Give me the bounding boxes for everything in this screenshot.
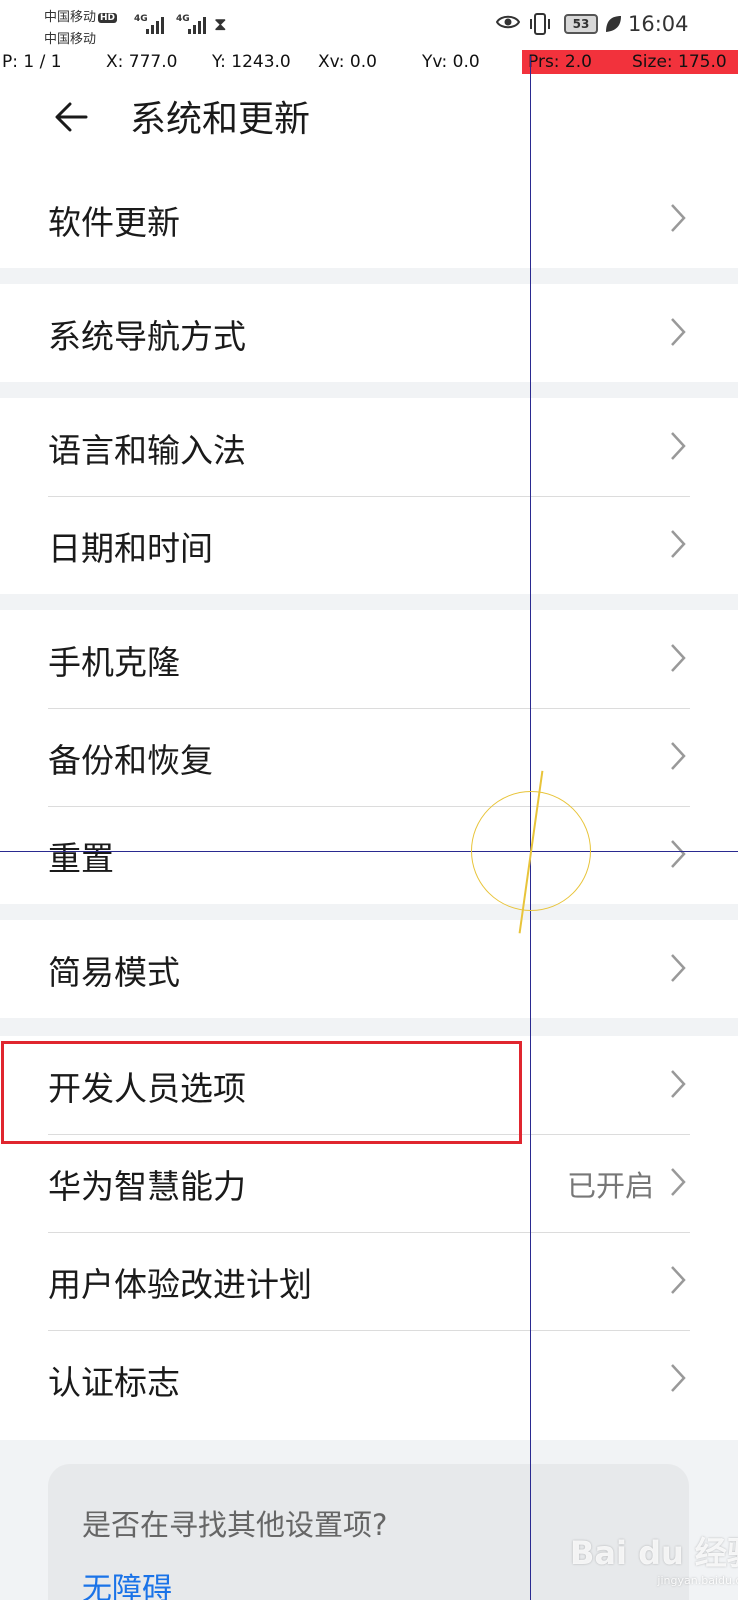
baidu-watermark: Bai du 经验 jingyan.baidu.com xyxy=(570,1528,738,1587)
chevron-right-icon xyxy=(671,530,686,558)
settings-item-label: 备份和恢复 xyxy=(48,741,213,780)
eye-icon xyxy=(496,15,520,29)
chevron-right-icon xyxy=(671,1266,686,1294)
section-software-update: 软件更新 xyxy=(0,170,738,268)
status-bar: 中国移动 HD 中国移动 4G 4G ⧗ 53 16:04 xyxy=(0,0,738,50)
carrier-1: 中国移动 HD xyxy=(44,6,118,25)
debug-prs: Prs: 2.0 xyxy=(522,50,624,74)
section-simple-mode: 简易模式 xyxy=(0,920,738,1018)
settings-item-label: 日期和时间 xyxy=(48,529,213,568)
clock: 16:04 xyxy=(628,12,689,36)
settings-item-huawei-ai[interactable]: 华为智慧能力 已开启 xyxy=(0,1134,738,1232)
settings-item-value: 已开启 xyxy=(566,1169,654,1203)
settings-item-label: 系统导航方式 xyxy=(48,317,246,356)
settings-item-system-navigation[interactable]: 系统导航方式 xyxy=(0,284,738,382)
chevron-right-icon xyxy=(671,840,686,868)
settings-item-label: 语言和输入法 xyxy=(48,431,246,470)
carrier-1-label: 中国移动 xyxy=(44,10,97,25)
chevron-right-icon xyxy=(671,954,686,982)
settings-item-label: 重置 xyxy=(48,839,114,878)
debug-x: X: 777.0 xyxy=(106,52,178,72)
settings-item-backup-restore[interactable]: 备份和恢复 xyxy=(0,708,738,806)
settings-item-simple-mode[interactable]: 简易模式 xyxy=(0,920,738,1018)
debug-xv: Xv: 0.0 xyxy=(318,52,377,72)
section-system-navigation: 系统导航方式 xyxy=(0,284,738,382)
settings-item-label: 用户体验改进计划 xyxy=(48,1265,312,1304)
settings-item-label: 华为智慧能力 xyxy=(48,1167,246,1206)
page-title: 系统和更新 xyxy=(130,99,311,140)
settings-item-language-input[interactable]: 语言和输入法 xyxy=(0,398,738,496)
settings-item-label: 简易模式 xyxy=(48,953,180,992)
crosshair-horizontal xyxy=(0,851,738,852)
chevron-right-icon xyxy=(671,204,686,232)
app-header: 系统和更新 xyxy=(0,76,738,182)
back-arrow-icon[interactable] xyxy=(50,94,96,140)
settings-item-label: 手机克隆 xyxy=(48,643,180,682)
pointer-debug-bar: P: 1 / 1 X: 777.0 Y: 1243.0 Xv: 0.0 Yv: … xyxy=(0,50,738,76)
debug-y: Y: 1243.0 xyxy=(212,52,291,72)
vibrate-icon xyxy=(530,13,550,35)
chevron-right-icon xyxy=(671,432,686,460)
section-clone-backup-reset: 手机克隆 备份和恢复 重置 xyxy=(0,610,738,904)
settings-item-date-time[interactable]: 日期和时间 xyxy=(0,496,738,594)
accessibility-link[interactable]: 无障碍 xyxy=(82,1564,172,1600)
settings-item-software-update[interactable]: 软件更新 xyxy=(0,170,738,268)
settings-item-label: 软件更新 xyxy=(48,203,180,242)
chevron-right-icon xyxy=(671,1364,686,1392)
chevron-right-icon xyxy=(671,644,686,672)
watermark-text: Bai du 经验 xyxy=(570,1534,738,1572)
section-language-date: 语言和输入法 日期和时间 xyxy=(0,398,738,594)
debug-pointer: P: 1 / 1 xyxy=(2,52,62,72)
settings-item-certification-logos[interactable]: 认证标志 xyxy=(0,1330,738,1428)
settings-item-reset[interactable]: 重置 xyxy=(0,806,738,904)
settings-item-label: 认证标志 xyxy=(48,1363,180,1402)
watermark-url: jingyan.baidu.com xyxy=(657,1574,738,1587)
suggestion-title: 是否在寻找其他设置项? xyxy=(82,1508,388,1542)
carrier-2: 中国移动 xyxy=(44,32,97,47)
chevron-right-icon xyxy=(671,742,686,770)
chevron-right-icon xyxy=(671,1070,686,1098)
chevron-right-icon xyxy=(671,1168,686,1196)
debug-size: Size: 175.0 xyxy=(624,50,738,74)
hd-badge: HD xyxy=(98,13,118,23)
hourglass-icon: ⧗ xyxy=(214,14,227,35)
debug-yv: Yv: 0.0 xyxy=(422,52,480,72)
highlight-box xyxy=(1,1041,522,1144)
leaf-icon xyxy=(606,16,621,32)
chevron-right-icon xyxy=(671,318,686,346)
settings-item-user-experience[interactable]: 用户体验改进计划 xyxy=(0,1232,738,1330)
battery-icon: 53 xyxy=(564,14,598,34)
battery-level: 53 xyxy=(572,17,590,31)
settings-item-phone-clone[interactable]: 手机克隆 xyxy=(0,610,738,708)
